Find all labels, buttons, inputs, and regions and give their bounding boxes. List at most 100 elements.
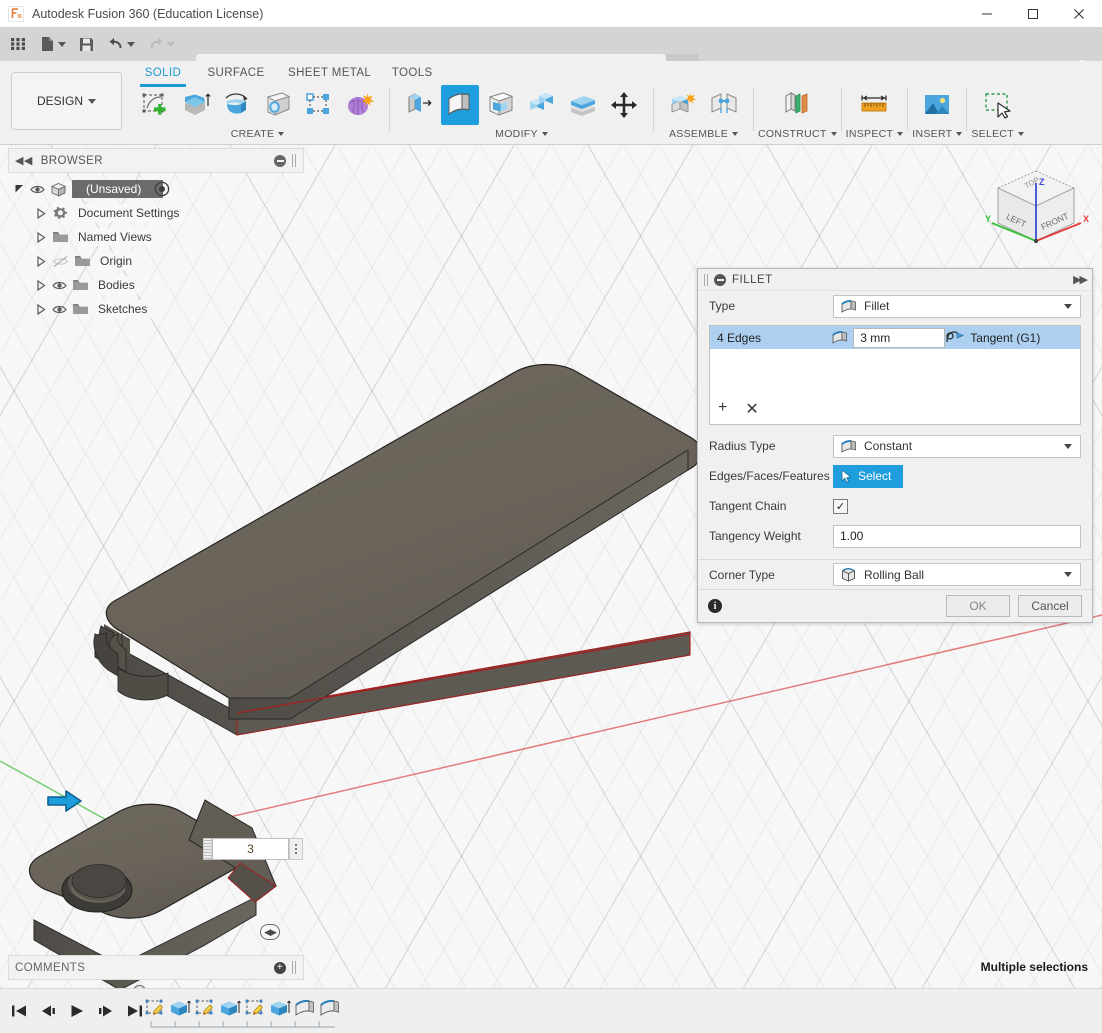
fillet-dialog: FILLET ▶▶ Type Fillet 4 Edges 3 mm Tange… — [697, 268, 1093, 623]
canvas-dimension-input[interactable]: 3 — [203, 838, 303, 860]
split-face-icon[interactable] — [564, 85, 602, 125]
undo-icon[interactable] — [102, 29, 140, 59]
new-document-icon[interactable] — [34, 29, 71, 59]
flip-direction-marker[interactable]: ◀▶ — [260, 924, 280, 940]
panel-inspect-label[interactable]: INSPECT — [846, 127, 904, 141]
activate-component-icon[interactable] — [154, 181, 170, 197]
corner-type-select[interactable]: Rolling Ball — [833, 563, 1081, 586]
chevron-right-icon[interactable] — [36, 231, 47, 244]
panel-insert-label[interactable]: INSERT — [912, 127, 963, 141]
app-grid-icon[interactable] — [4, 29, 32, 59]
radius-type-select[interactable]: Constant — [833, 434, 1081, 458]
fillet-dialog-titlebar[interactable]: FILLET ▶▶ — [698, 269, 1092, 290]
save-icon[interactable] — [73, 29, 100, 59]
tab-surface[interactable]: SURFACE — [194, 64, 278, 83]
status-message: Multiple selections — [980, 960, 1088, 974]
dimension-options-button[interactable] — [289, 838, 303, 860]
measure-icon[interactable] — [855, 85, 893, 125]
dialog-minimize-icon[interactable] — [714, 273, 726, 286]
insert-image-icon[interactable] — [918, 85, 956, 125]
select-window-icon[interactable] — [979, 85, 1017, 125]
press-pull-icon[interactable] — [400, 85, 438, 125]
jump-to-beginning-icon[interactable] — [8, 998, 30, 1024]
combine-icon[interactable] — [523, 85, 561, 125]
radius-type-value: Constant — [864, 439, 913, 453]
tab-sheet-metal[interactable]: SHEET METAL — [278, 64, 381, 83]
step-forward-icon[interactable] — [95, 998, 117, 1024]
chevron-right-icon[interactable] — [36, 207, 47, 220]
joint-icon[interactable] — [705, 85, 743, 125]
chevron-down-icon — [1018, 132, 1025, 136]
dialog-drag-grip[interactable] — [704, 273, 708, 286]
browser-item-origin[interactable]: Origin — [8, 249, 304, 273]
dimension-grip[interactable] — [203, 838, 212, 860]
ribbon-panels: CREATE MODIFY ASSEMBLE CONSTRUCT INSPECT… — [130, 85, 1025, 143]
maximize-button[interactable] — [1010, 0, 1056, 27]
new-component-icon[interactable] — [664, 85, 702, 125]
eye-icon[interactable] — [52, 303, 67, 316]
create-sketch-icon[interactable] — [136, 85, 174, 125]
construct-plane-icon[interactable] — [778, 85, 816, 125]
dialog-expand-icon[interactable]: ▶▶ — [1073, 273, 1088, 286]
remove-selection-button[interactable]: ✕ — [745, 399, 758, 419]
eye-icon[interactable] — [30, 183, 45, 196]
fusion360-window: Autodesk Fusion 360 (Education License) — [0, 0, 1102, 1033]
rib-icon[interactable] — [300, 85, 338, 125]
add-comment-icon[interactable]: + — [274, 961, 286, 974]
step-back-icon[interactable] — [37, 998, 59, 1024]
tab-solid[interactable]: SOLID — [132, 64, 194, 87]
panel-create-label[interactable]: CREATE — [231, 127, 285, 141]
timeline-connector — [150, 1021, 335, 1028]
browser-item-label: Origin — [96, 252, 139, 270]
dimension-value-field[interactable]: 3 — [212, 838, 289, 860]
form-icon[interactable] — [341, 85, 379, 125]
browser-item-named-views[interactable]: Named Views — [8, 225, 304, 249]
cancel-button[interactable]: Cancel — [1018, 595, 1082, 617]
edge-radius-input[interactable]: 3 mm — [853, 327, 946, 348]
browser-item-label: (Unsaved) — [72, 180, 164, 198]
hole-icon[interactable] — [259, 85, 297, 125]
drag-arrow-handle[interactable] — [46, 788, 84, 814]
browser-item-unsaved[interactable]: (Unsaved) — [8, 177, 304, 201]
panel-assemble-label[interactable]: ASSEMBLE — [669, 127, 738, 141]
ok-button[interactable]: OK — [946, 595, 1010, 617]
eye-hidden-icon[interactable] — [52, 255, 69, 268]
chevron-right-icon[interactable] — [36, 279, 47, 292]
chevron-right-icon[interactable] — [36, 303, 47, 316]
eye-icon[interactable] — [52, 279, 67, 292]
info-icon[interactable]: i — [708, 599, 722, 613]
browser-minimize-icon[interactable] — [274, 154, 286, 167]
browser-item-sketches[interactable]: Sketches — [8, 297, 304, 321]
revolve-icon[interactable] — [218, 85, 256, 125]
chevron-right-icon[interactable] — [36, 255, 47, 268]
edge-continuity-label: Tangent (G1) — [970, 330, 1041, 345]
extrude-icon[interactable] — [177, 85, 215, 125]
view-cube[interactable]: LEFT FRONT TOP Z X Y — [984, 161, 1092, 261]
expand-triangle-icon[interactable] — [14, 183, 25, 196]
comments-panel[interactable]: COMMENTS + — [8, 955, 304, 980]
fillet-type-select[interactable]: Fillet — [833, 294, 1081, 318]
redo-icon[interactable] — [142, 29, 180, 59]
browser-resize-grip[interactable] — [292, 154, 297, 167]
browser-item-bodies[interactable]: Bodies — [8, 273, 304, 297]
tab-tools[interactable]: TOOLS — [381, 64, 443, 83]
move-copy-icon[interactable] — [605, 85, 643, 125]
browser-item-document-settings[interactable]: Document Settings — [8, 201, 304, 225]
tangency-weight-input[interactable]: 1.00 — [833, 524, 1081, 548]
fillet-icon[interactable] — [441, 85, 479, 125]
select-button[interactable]: Select — [833, 464, 904, 488]
viewcube-x-axis-label: X — [1083, 214, 1089, 224]
play-icon[interactable] — [66, 998, 88, 1024]
minimize-button[interactable] — [964, 0, 1010, 27]
collapse-left-icon[interactable]: ◀◀ — [15, 154, 33, 167]
shell-icon[interactable] — [482, 85, 520, 125]
panel-select-label[interactable]: SELECT — [971, 127, 1025, 141]
table-row[interactable]: 4 Edges 3 mm Tangent (G1) — [710, 326, 1080, 349]
workspace-switcher-button[interactable]: DESIGN — [11, 72, 122, 130]
add-selection-button[interactable]: + — [718, 399, 727, 419]
close-button[interactable] — [1056, 0, 1102, 27]
panel-construct-label[interactable]: CONSTRUCT — [758, 127, 837, 141]
panel-modify-label[interactable]: MODIFY — [495, 127, 548, 141]
comments-resize-grip[interactable] — [292, 961, 297, 974]
tangent-chain-checkbox[interactable]: ✓ — [833, 498, 848, 514]
